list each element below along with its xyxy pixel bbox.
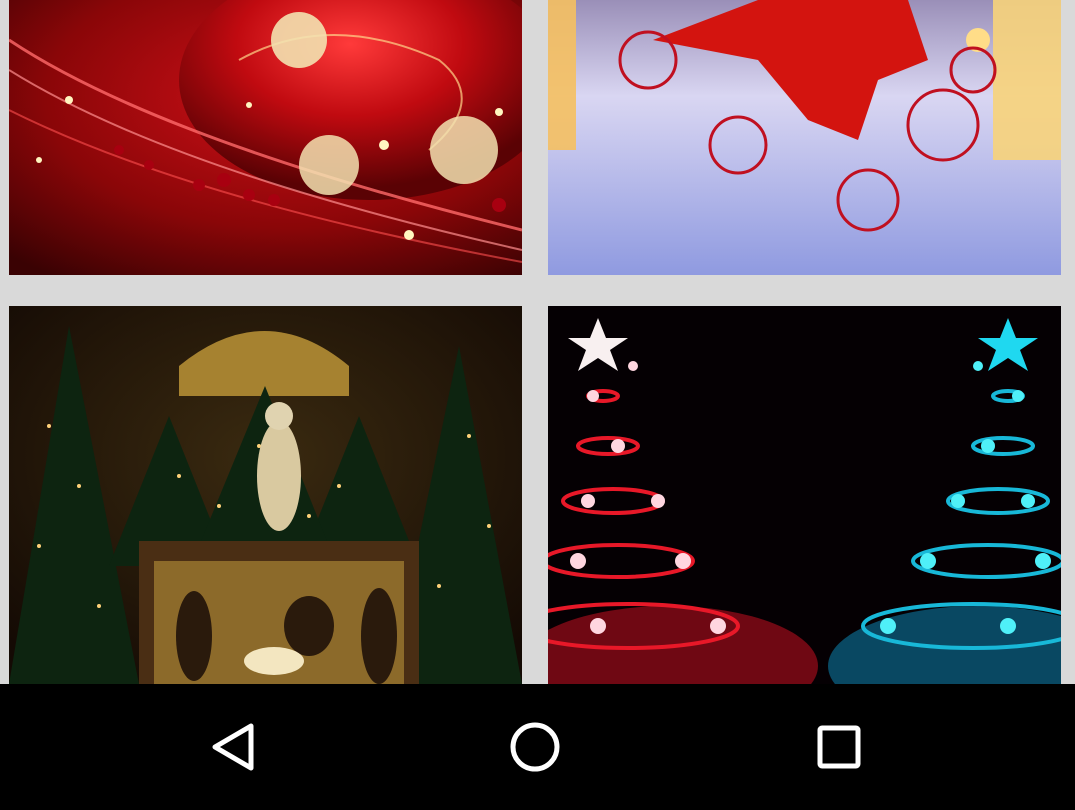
red-christmas-ornament-image	[9, 0, 522, 275]
back-triangle-icon	[212, 723, 254, 771]
wallpaper-tile-red-star[interactable]	[548, 0, 1061, 275]
navigation-bar	[0, 684, 1075, 810]
back-button[interactable]	[162, 684, 302, 810]
wallpaper-tile-red-ornament[interactable]	[9, 0, 522, 275]
wallpaper-tile-nativity[interactable]	[9, 306, 522, 684]
recents-button[interactable]	[769, 684, 909, 810]
home-button[interactable]	[465, 684, 605, 810]
nativity-scene-image	[9, 306, 522, 684]
wallpaper-tile-spiral-trees[interactable]	[548, 306, 1061, 684]
red-star-snow-image	[548, 0, 1061, 275]
spiral-christmas-trees-image	[548, 306, 1061, 684]
recents-square-icon	[817, 725, 861, 769]
wallpaper-gallery	[0, 0, 1075, 684]
home-circle-icon	[510, 722, 560, 772]
